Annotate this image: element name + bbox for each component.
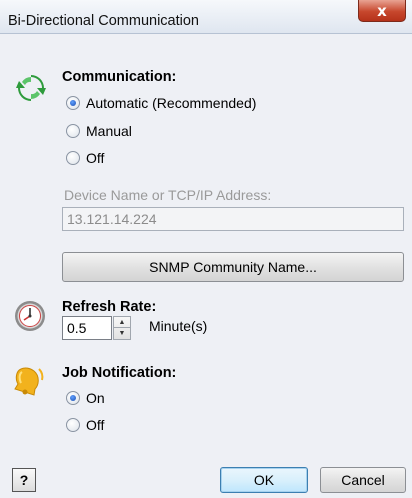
refresh-arrows-icon — [16, 75, 46, 101]
radio-button[interactable] — [66, 418, 80, 432]
stepper-down-icon[interactable]: ▼ — [114, 328, 130, 339]
stepper-up-icon[interactable]: ▲ — [114, 317, 130, 328]
radio-label: Manual — [86, 123, 132, 139]
radio-button[interactable] — [66, 391, 80, 405]
radio-label: Off — [86, 417, 105, 433]
refresh-rate-unit: Minute(s) — [149, 318, 208, 334]
radio-notification-on[interactable]: On — [66, 390, 105, 406]
close-button[interactable]: x — [358, 0, 406, 22]
help-button[interactable]: ? — [12, 468, 36, 492]
job-notification-title: Job Notification: — [62, 365, 177, 381]
radio-button[interactable] — [66, 151, 80, 165]
cancel-button[interactable]: Cancel — [320, 467, 406, 493]
snmp-community-name-button[interactable]: SNMP Community Name... — [62, 252, 404, 282]
dialog-body: Communication: Automatic (Recommended) M… — [0, 35, 412, 498]
radio-label: Off — [86, 150, 105, 166]
refresh-rate-title: Refresh Rate: — [62, 299, 157, 315]
communication-title: Communication: — [62, 69, 177, 85]
radio-button[interactable] — [66, 124, 80, 138]
clock-icon — [15, 301, 45, 331]
bell-icon — [14, 367, 44, 396]
radio-manual[interactable]: Manual — [66, 123, 132, 139]
refresh-rate-input[interactable]: 0.5 — [62, 316, 112, 340]
dialog-title: Bi-Directional Communication — [8, 13, 199, 29]
radio-button[interactable] — [66, 96, 80, 110]
ok-button[interactable]: OK — [220, 467, 308, 493]
refresh-rate-stepper[interactable]: ▲ ▼ — [113, 316, 131, 340]
radio-label: On — [86, 390, 105, 406]
device-name-label: Device Name or TCP/IP Address: — [64, 187, 272, 203]
radio-automatic[interactable]: Automatic (Recommended) — [66, 95, 256, 111]
radio-notification-off[interactable]: Off — [66, 417, 104, 433]
dialog-titlebar: Bi-Directional Communication x — [0, 0, 412, 34]
radio-label: Automatic (Recommended) — [86, 95, 257, 111]
device-address-field[interactable]: 13.121.14.224 — [62, 207, 404, 231]
radio-off[interactable]: Off — [66, 150, 104, 166]
